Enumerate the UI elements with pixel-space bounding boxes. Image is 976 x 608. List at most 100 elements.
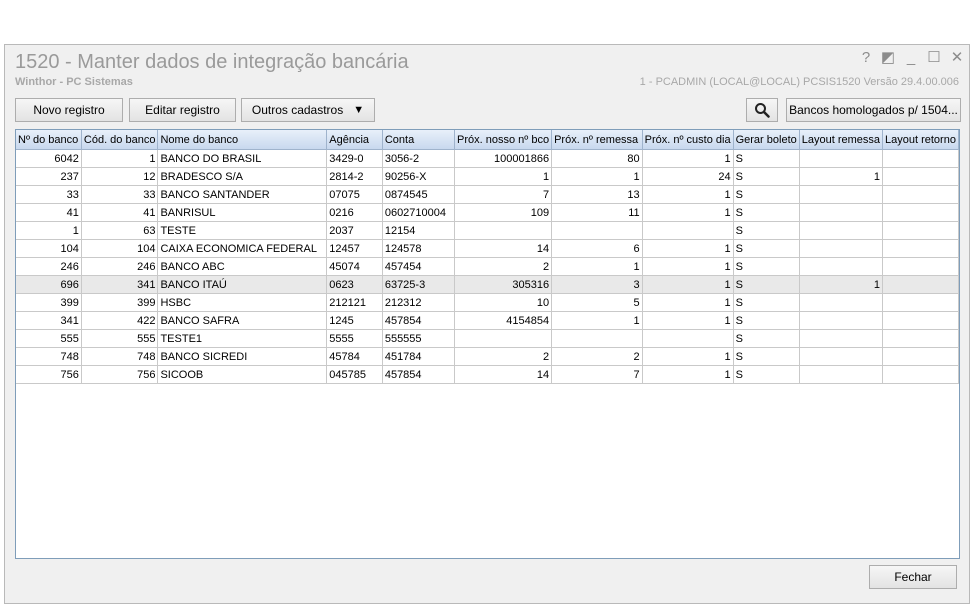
table-cell: 1	[81, 149, 159, 168]
bancos-homologados-button[interactable]: Bancos homologados p/ 1504...	[786, 98, 961, 122]
table-cell: 1	[799, 275, 884, 294]
table-cell: BANCO ABC	[157, 257, 328, 276]
table-cell	[799, 347, 884, 366]
table-cell: 212312	[382, 293, 456, 312]
table-cell	[799, 293, 884, 312]
table-cell: S	[733, 167, 800, 186]
table-cell: BRADESCO S/A	[157, 167, 328, 186]
table-cell	[799, 365, 884, 384]
table-cell: 305316	[454, 275, 553, 294]
table-cell: 109	[454, 203, 553, 222]
table-row[interactable]: 756 756 SICOOB 045785 457854 14 7 1 S	[16, 365, 959, 384]
table-cell: 555555	[382, 329, 456, 348]
table-cell: 90256-X	[382, 167, 456, 186]
table-cell: S	[733, 185, 800, 204]
minimize-icon[interactable]: _	[902, 49, 920, 67]
table-row[interactable]: 237 12 BRADESCO S/A 2814-2 90256-X 1 1 24 S 1	[16, 167, 959, 186]
table-cell: S	[733, 275, 800, 294]
table-cell	[882, 185, 959, 204]
table-cell: S	[733, 203, 800, 222]
table-row[interactable]: 6042 1 BANCO DO BRASIL 3429-0 3056-2 10000186…	[16, 149, 959, 168]
table-cell: 24	[642, 167, 734, 186]
column-header[interactable]: Nº do banco	[16, 130, 82, 150]
table-cell: 1	[642, 239, 734, 258]
table-cell: 457454	[382, 257, 456, 276]
table-cell: 7	[454, 185, 553, 204]
table-cell: 1	[642, 149, 734, 168]
table-cell: S	[733, 311, 800, 330]
table-cell	[882, 239, 959, 258]
table-cell	[799, 149, 884, 168]
table-cell: 2	[454, 257, 553, 276]
table-cell: HSBC	[157, 293, 328, 312]
close-icon[interactable]: ✕	[948, 49, 966, 67]
table-row[interactable]: 33 33 BANCO SANTANDER 07075 0874545 7 13 1 S	[16, 185, 959, 204]
column-header[interactable]: Próx. nº custo dia	[642, 130, 734, 150]
table-row[interactable]: 399 399 HSBC 212121 212312 10 5 1 S	[16, 293, 959, 312]
column-header[interactable]: Próx. nº remessa	[551, 130, 643, 150]
table-cell: 246	[16, 257, 82, 276]
restore-icon[interactable]: ◩	[879, 49, 897, 67]
search-icon	[755, 103, 770, 118]
editar-registro-button[interactable]: Editar registro	[129, 98, 236, 122]
table-cell: 1	[16, 221, 82, 240]
table-cell: S	[733, 257, 800, 276]
table-row[interactable]: 246 246 BANCO ABC 45074 457454 2 1 1 S	[16, 257, 959, 276]
table-cell: S	[733, 221, 800, 240]
table-cell: 1	[551, 167, 643, 186]
column-header[interactable]: Cód. do banco	[81, 130, 159, 150]
search-button[interactable]	[746, 98, 778, 122]
outros-cadastros-button[interactable]: Outros cadastros ▼	[241, 98, 375, 122]
table-cell	[454, 329, 553, 348]
table-cell: 1245	[326, 311, 383, 330]
table-cell: 80	[551, 149, 643, 168]
table-cell: S	[733, 293, 800, 312]
table-row[interactable]: 555 555 TESTE1 5555 555555 S	[16, 329, 959, 348]
table-cell: TESTE1	[157, 329, 328, 348]
table-cell: 457854	[382, 311, 456, 330]
help-icon[interactable]: ?	[857, 49, 875, 67]
column-header[interactable]: Agência	[326, 130, 383, 150]
column-header[interactable]: Próx. nosso nº bco	[454, 130, 553, 150]
table-cell: SICOOB	[157, 365, 328, 384]
column-header[interactable]: Nome do banco	[157, 130, 328, 150]
banks-table: Nº do banco Cód. do banco Nome do banco Agê…	[16, 130, 959, 384]
table-cell: 7	[551, 365, 643, 384]
table-cell: 14	[454, 239, 553, 258]
table-cell: 457854	[382, 365, 456, 384]
table-cell: 6042	[16, 149, 82, 168]
table-cell: 11	[551, 203, 643, 222]
maximize-icon[interactable]: ☐	[925, 49, 943, 67]
table-cell	[799, 203, 884, 222]
table-cell: 756	[16, 365, 82, 384]
table-row[interactable]: 41 41 BANRISUL 0216 0602710004 109 11 1 S	[16, 203, 959, 222]
table-cell: 3429-0	[326, 149, 383, 168]
table-cell: 104	[16, 239, 82, 258]
table-cell: 6	[551, 239, 643, 258]
table-cell: 63	[81, 221, 159, 240]
table-row[interactable]: 696 341 BANCO ITAÚ 0623 63725-3 305316 3 1 S 1	[16, 275, 959, 294]
table-row[interactable]: 1 63 TESTE 2037 12154 S	[16, 221, 959, 240]
table-cell	[882, 149, 959, 168]
table-cell	[882, 257, 959, 276]
table-cell: 212121	[326, 293, 383, 312]
table-row[interactable]: 748 748 BANCO SICREDI 45784 451784 2 2 1 S	[16, 347, 959, 366]
novo-registro-button[interactable]: Novo registro	[15, 98, 123, 122]
table-cell: 45074	[326, 257, 383, 276]
table-cell: 3056-2	[382, 149, 456, 168]
column-header[interactable]: Layout remessa	[799, 130, 884, 150]
column-header[interactable]: Gerar boleto	[733, 130, 800, 150]
fechar-button[interactable]: Fechar	[869, 565, 957, 589]
table-cell: 45784	[326, 347, 383, 366]
table-cell: 1	[454, 167, 553, 186]
table-cell	[882, 311, 959, 330]
column-header[interactable]: Layout retorno	[882, 130, 959, 150]
table-row[interactable]: 104 104 CAIXA ECONOMICA FEDERAL 12457 124578…	[16, 239, 959, 258]
table-cell: S	[733, 347, 800, 366]
window-title: 1520 - Manter dados de integração bancár…	[15, 51, 409, 73]
table-row[interactable]: 341 422 BANCO SAFRA 1245 457854 4154854 1 1 S	[16, 311, 959, 330]
table-cell: 0602710004	[382, 203, 456, 222]
column-header[interactable]: Conta	[382, 130, 456, 150]
table-cell: 5555	[326, 329, 383, 348]
table-cell: 10	[454, 293, 553, 312]
